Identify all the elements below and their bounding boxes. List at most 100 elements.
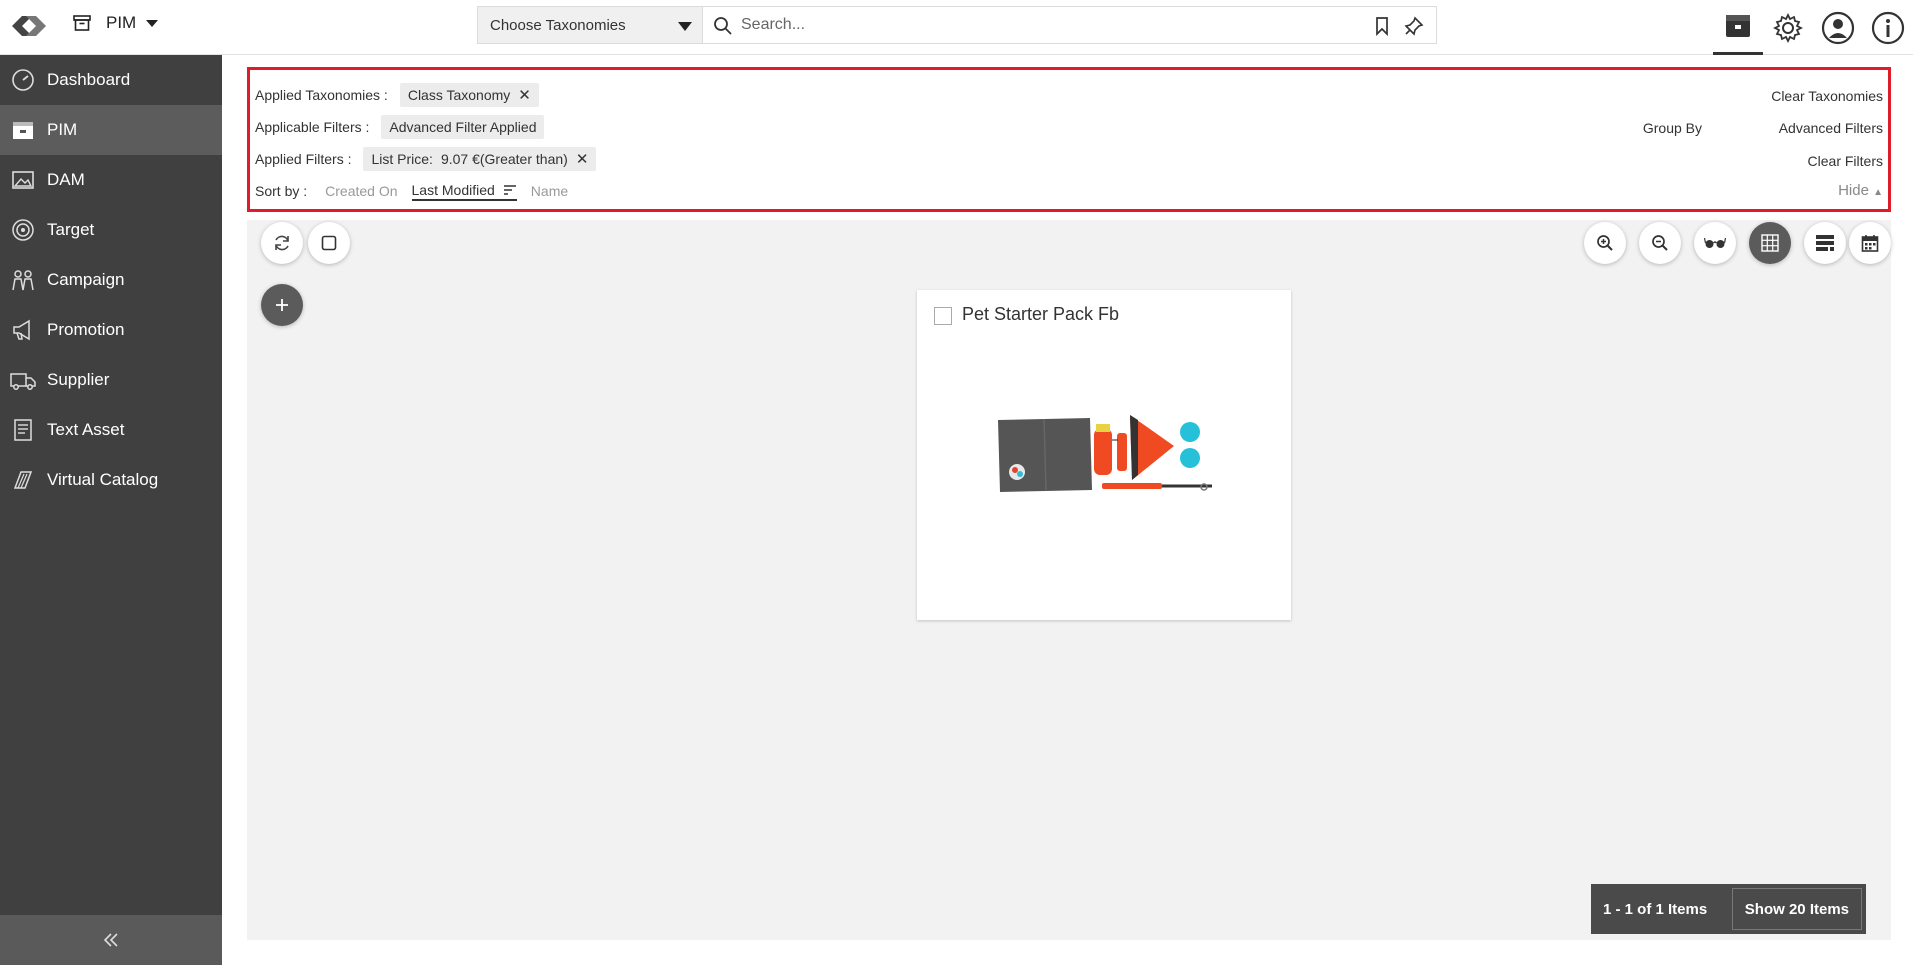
document-icon	[10, 417, 36, 443]
select-all-button[interactable]	[308, 222, 350, 264]
top-bar: PIM Choose Taxonomies	[0, 0, 1913, 55]
sort-by-label: Sort by :	[255, 183, 308, 199]
filter-chip-value: 9.07 €(Greater than)	[440, 151, 568, 167]
list-view-icon	[1816, 235, 1834, 251]
truck-icon	[10, 367, 36, 393]
zoom-out-icon	[1652, 235, 1668, 251]
hide-label: Hide	[1838, 182, 1869, 199]
grid-view-button[interactable]	[1749, 222, 1791, 264]
zoom-in-icon	[1597, 235, 1613, 251]
product-checkbox[interactable]	[934, 307, 952, 325]
clear-taxonomies-link[interactable]: Clear Taxonomies	[1771, 88, 1883, 104]
taxonomy-chip-label: Class Taxonomy	[407, 87, 511, 103]
add-button[interactable]	[261, 284, 303, 326]
info-icon	[1871, 11, 1905, 44]
taxonomy-chip: Class Taxonomy ✕	[399, 83, 539, 107]
sort-lines-icon	[503, 184, 516, 195]
sidebar-item-text-asset[interactable]: Text Asset	[0, 405, 222, 455]
product-title: Pet Starter Pack Fb	[962, 304, 1120, 324]
target-icon	[10, 217, 36, 243]
app-name: PIM	[106, 13, 137, 32]
pim-icon	[10, 117, 36, 143]
plus-icon	[276, 299, 288, 311]
sort-name[interactable]: Name	[531, 183, 568, 199]
sort-last-modified[interactable]: Last Modified	[411, 182, 517, 201]
applicable-filter-chip[interactable]: Advanced Filter Applied	[381, 115, 545, 139]
sidebar-item-promotion[interactable]: Promotion	[0, 305, 222, 355]
sidebar-item-virtual-catalog[interactable]: Virtual Catalog	[0, 455, 222, 505]
filter-chip-name: List Price:	[371, 151, 433, 167]
app-switcher[interactable]: PIM	[72, 13, 159, 33]
refresh-button[interactable]	[261, 222, 303, 264]
zoom-in-button[interactable]	[1584, 222, 1626, 264]
catalog-icon	[10, 467, 36, 493]
sort-created-on[interactable]: Created On	[325, 183, 397, 199]
applied-filters-row: Applied Filters : List Price: 9.07 €(Gre…	[255, 146, 597, 172]
hide-filters-button[interactable]: Hide ▲	[1838, 182, 1883, 199]
sidebar-item-dam[interactable]: DAM	[0, 155, 222, 205]
preview-button[interactable]	[1694, 222, 1736, 264]
sidebar-collapse-button[interactable]	[0, 915, 222, 965]
taxonomy-select-label: Choose Taxonomies	[490, 17, 626, 34]
list-view-button[interactable]	[1804, 222, 1846, 264]
sidebar-item-supplier[interactable]: Supplier	[0, 355, 222, 405]
applicable-filters-row: Applicable Filters : Advanced Filter App…	[255, 114, 545, 140]
top-icons	[1713, 0, 1913, 55]
gear-icon	[1772, 12, 1804, 43]
sidebar-item-label: PIM	[47, 120, 78, 139]
sidebar-item-label: Campaign	[47, 270, 125, 289]
sidebar-item-dashboard[interactable]: Dashboard	[0, 55, 222, 105]
product-box-button[interactable]	[1713, 0, 1763, 55]
chevron-down-icon	[146, 19, 159, 27]
glasses-icon	[1704, 237, 1726, 248]
logo-icon[interactable]	[6, 8, 52, 44]
main-area: Applied Taxonomies : Class Taxonomy ✕ Cl…	[222, 55, 1913, 965]
caret-up-icon: ▲	[1873, 187, 1883, 198]
caret-down-icon	[678, 22, 692, 31]
taxonomy-select[interactable]: Choose Taxonomies	[477, 6, 702, 44]
page-size-button[interactable]: Show 20 Items	[1731, 888, 1862, 930]
double-chevron-left-icon	[103, 933, 118, 947]
remove-taxonomy-icon[interactable]: ✕	[518, 88, 531, 103]
sidebar-item-label: Dashboard	[47, 70, 131, 89]
filter-chip: List Price: 9.07 €(Greater than) ✕	[363, 147, 597, 171]
zoom-out-button[interactable]	[1639, 222, 1681, 264]
archive-icon	[73, 15, 91, 31]
sidebar-item-pim[interactable]: PIM	[0, 105, 222, 155]
grid-icon	[1761, 234, 1779, 252]
sidebar-item-target[interactable]: Target	[0, 205, 222, 255]
dashboard-icon	[10, 67, 36, 93]
pagination-bar: 1 - 1 of 1 Items Show 20 Items	[1591, 884, 1866, 934]
pin-icon[interactable]	[1404, 16, 1424, 36]
search-input[interactable]	[741, 12, 1321, 38]
calendar-icon	[1861, 235, 1879, 252]
applied-taxonomies-row: Applied Taxonomies : Class Taxonomy ✕	[255, 82, 539, 108]
sidebar-item-label: DAM	[47, 170, 85, 189]
sidebar-item-label: Promotion	[47, 320, 125, 339]
content-area: Pet Starter Pack Fb 1 - 1 of 1 Items Sho…	[247, 220, 1891, 940]
profile-button[interactable]	[1813, 0, 1863, 55]
sidebar: Dashboard PIM DAM Target Campaign Promot…	[0, 55, 222, 965]
user-icon	[1821, 11, 1855, 44]
campaign-icon	[10, 267, 36, 293]
product-box-icon	[1726, 15, 1750, 37]
search-box	[702, 6, 1437, 44]
remove-filter-icon[interactable]: ✕	[576, 152, 589, 167]
refresh-icon	[275, 235, 289, 251]
checkbox-icon	[321, 235, 337, 251]
applied-filters-label: Applied Filters :	[255, 151, 352, 167]
megaphone-icon	[10, 317, 36, 343]
bookmark-icon[interactable]	[1373, 16, 1391, 36]
advanced-filters-link[interactable]: Advanced Filters	[1779, 120, 1883, 136]
product-image	[998, 415, 1212, 492]
clear-filters-link[interactable]: Clear Filters	[1808, 153, 1883, 169]
calendar-view-button[interactable]	[1849, 222, 1891, 264]
applicable-filters-label: Applicable Filters :	[255, 119, 370, 135]
settings-button[interactable]	[1763, 0, 1813, 55]
image-icon	[10, 167, 36, 193]
sidebar-item-campaign[interactable]: Campaign	[0, 255, 222, 305]
group-by-link[interactable]: Group By	[1643, 120, 1702, 136]
info-button[interactable]	[1863, 0, 1913, 55]
sidebar-item-label: Target	[47, 220, 95, 239]
product-card[interactable]: Pet Starter Pack Fb	[917, 290, 1291, 620]
